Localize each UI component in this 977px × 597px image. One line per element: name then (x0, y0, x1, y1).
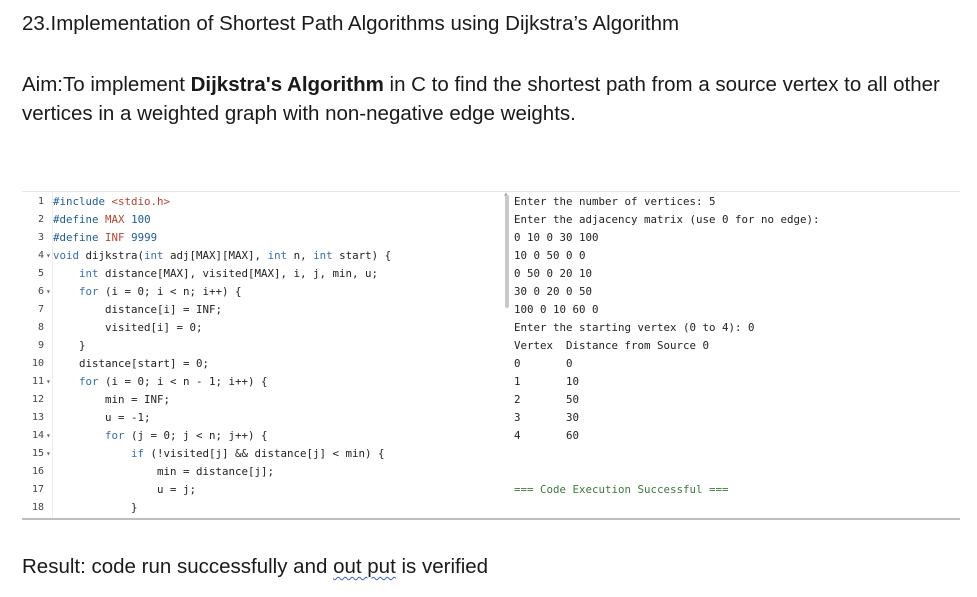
code-text: #define INF 9999 (53, 231, 158, 244)
code-text: #define MAX 100 (53, 213, 151, 226)
line-number: 10 (31, 358, 44, 369)
code-text: int distance[MAX], visited[MAX], i, j, m… (79, 267, 379, 280)
code-text: } (53, 339, 86, 352)
code-text: min = INF; (53, 393, 171, 406)
code-text: for (j = 0; j < n; j++) { (105, 429, 268, 442)
line-number: 7 (37, 304, 44, 315)
console-line: 2 50 (514, 393, 580, 406)
console-line: 30 0 20 0 50 (514, 285, 593, 298)
console-line: 0 50 0 20 10 (514, 267, 593, 280)
line-number: 2 (37, 214, 44, 225)
code-text: if (!visited[j] && distance[j] < min) { (131, 447, 385, 460)
line-number: 1 (37, 196, 44, 207)
line-number: 3 (37, 232, 44, 243)
line-number: 5 (37, 268, 44, 279)
editor-scrollbar[interactable] (505, 195, 509, 308)
line-number: 12 (31, 394, 44, 405)
result-suffix: is verified (395, 555, 489, 578)
code-text: visited[i] = 0; (53, 321, 203, 334)
fold-arrow-icon[interactable]: ▾ (46, 445, 51, 463)
line-number: 6 (37, 286, 44, 297)
code-text: void dijkstra(int adj[MAX][MAX], int n, … (53, 249, 392, 262)
line-number: 11 (31, 376, 44, 387)
code-text: min = distance[j]; (53, 465, 275, 478)
line-number: 9 (37, 340, 44, 351)
console-line: Enter the number of vertices: 5 (514, 195, 716, 208)
code-text: distance[i] = INF; (53, 303, 223, 316)
result-prefix: Result: code run successfully and (22, 555, 334, 578)
line-number: 15 (31, 448, 44, 459)
code-text: for (i = 0; i < n - 1; i++) { (79, 375, 268, 388)
console-line: 1 10 (514, 375, 580, 388)
code-text: #include <stdio.h> (53, 195, 171, 208)
line-number: 14 (31, 430, 44, 441)
console-line: Enter the adjacency matrix (use 0 for no… (514, 213, 820, 226)
console-line: 100 0 10 60 0 (514, 303, 599, 316)
line-number: 16 (31, 466, 44, 477)
line-number: 4 (37, 250, 44, 261)
code-text: u = -1; (53, 411, 151, 424)
console-line: 0 10 0 30 100 (514, 231, 599, 244)
aim-prefix: Aim:To implement (22, 73, 191, 96)
result-line: Result: code run successfully and out pu… (22, 555, 488, 579)
line-number: 8 (37, 322, 44, 333)
fold-arrow-icon[interactable]: ▾ (46, 427, 51, 445)
fold-arrow-icon[interactable]: ▾ (46, 373, 51, 391)
fold-arrow-icon[interactable]: ▾ (46, 283, 51, 301)
output-console: Enter the number of vertices: 5 Enter the… (514, 192, 960, 518)
aim-bold: Dijkstra's Algorithm (190, 73, 384, 96)
console-line: 3 30 (514, 411, 580, 424)
console-line: 10 0 50 0 0 (514, 249, 586, 262)
console-line: Vertex Distance from Source 0 (514, 339, 710, 352)
console-line: 4 60 (514, 429, 580, 442)
line-number: 13 (31, 412, 44, 423)
line-number: 18 (31, 502, 44, 513)
spellcheck-underlined-text: out put (333, 555, 396, 578)
code-text: distance[start] = 0; (53, 357, 210, 370)
fold-arrow-icon[interactable]: ▾ (46, 247, 51, 265)
code-text: u = j; (53, 483, 197, 496)
console-line: Enter the starting vertex (0 to 4): 0 (514, 321, 755, 334)
console-line: === Code Execution Successful === (514, 483, 729, 496)
code-text: for (i = 0; i < n; i++) { (79, 285, 242, 298)
console-line: 0 0 (514, 357, 573, 370)
code-text: } (53, 501, 138, 514)
aim-paragraph: Aim:To implement Dijkstra's Algorithm in… (22, 70, 967, 128)
code-editor[interactable]: 1 #include <stdio.h> 2 #define MAX 100 3 #def… (22, 192, 504, 518)
compiler-screenshot: 1 #include <stdio.h> 2 #define MAX 100 3 #def… (22, 191, 960, 520)
line-number: 17 (31, 484, 44, 495)
page-title: 23.Implementation of Shortest Path Algor… (22, 12, 680, 35)
